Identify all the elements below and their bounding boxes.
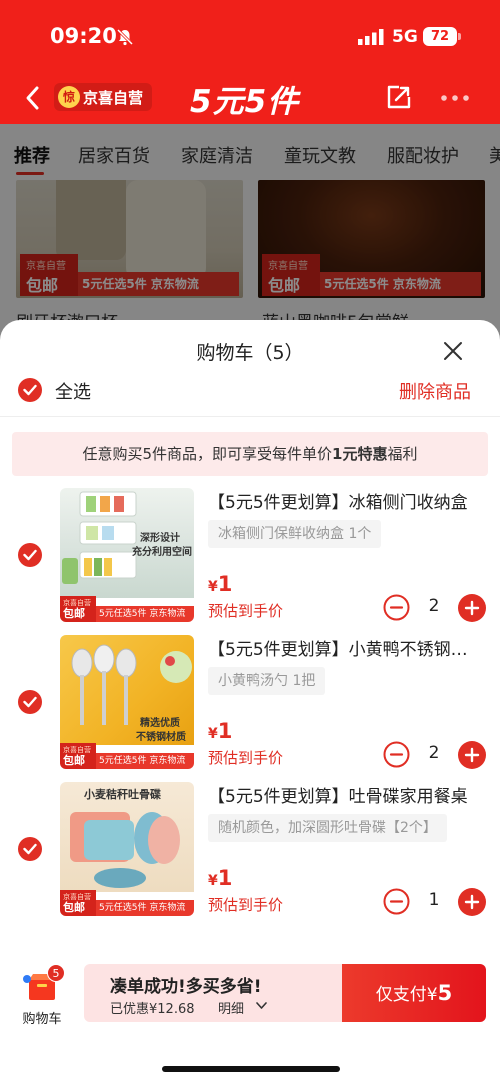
badge-free-shipping: 京喜自营 包邮 — [60, 596, 96, 622]
price-currency: ¥ — [208, 873, 218, 889]
item-checkbox[interactable] — [18, 837, 42, 861]
delete-items-button[interactable]: 删除商品 — [399, 378, 471, 404]
badge-free: 包邮 — [63, 754, 85, 767]
cart-item: 深形设计 充分利用空间 京喜自营 包邮 5元任选5件 京东物流 【5元5件更划算… — [0, 488, 500, 626]
badge-free-shipping: 京喜自营 包邮 — [60, 890, 96, 916]
price-currency: ¥ — [208, 726, 218, 742]
summary-title: 凑单成功!多买多省! — [110, 977, 262, 997]
item-title[interactable]: 【5元5件更划算】吐骨碟家用餐桌 — [208, 782, 478, 807]
pay-button[interactable]: 仅支付¥5 — [342, 964, 486, 1022]
price-note: 预估到手价 — [208, 749, 284, 767]
select-all-label[interactable]: 全选 — [55, 378, 91, 404]
check-icon — [23, 384, 37, 396]
price-currency: ¥ — [208, 579, 218, 595]
promo-banner: 任意购买5件商品，即可享受每件单价1元特惠福利 — [12, 432, 488, 476]
item-image[interactable]: 小麦秸秆吐骨碟 京喜自营 包邮 5元任选5件 京东物流 — [60, 782, 194, 916]
badge-promo: 5元任选5件 京东物流 — [96, 900, 194, 916]
item-title[interactable]: 【5元5件更划算】冰箱侧门收纳盒 — [208, 488, 478, 513]
item-checkbox[interactable] — [18, 690, 42, 714]
image-caption: 充分利用空间 — [132, 547, 192, 558]
promo-highlight: 1元特惠 — [332, 445, 388, 463]
image-caption: 小麦秸秆吐骨碟 — [84, 788, 161, 801]
quantity-value[interactable]: 2 — [418, 743, 450, 763]
product-photo: 深形设计 充分利用空间 — [60, 488, 194, 598]
item-variant[interactable]: 随机颜色，加深圆形吐骨碟【2个】 — [208, 814, 447, 842]
image-caption: 深形设计 — [140, 533, 180, 544]
close-icon[interactable] — [442, 340, 464, 362]
page-title: 5元5件 — [190, 84, 300, 120]
divider — [0, 416, 500, 417]
image-caption: 精选优质 — [140, 718, 180, 729]
product-badge: 京喜自营 包邮 5元任选5件 京东物流 — [60, 743, 194, 769]
network-type: 5G — [392, 27, 418, 47]
more-icon[interactable] — [440, 94, 470, 102]
item-price: ¥1 — [208, 866, 232, 890]
item-variant[interactable]: 冰箱侧门保鲜收纳盒 1个 — [208, 520, 382, 548]
minus-icon[interactable] — [383, 741, 410, 768]
product-photo: 小麦秸秆吐骨碟 — [60, 782, 194, 892]
status-time: 09:20 — [50, 24, 117, 48]
plus-icon[interactable] — [458, 741, 486, 769]
minus-icon[interactable] — [383, 594, 410, 621]
nav-header: 惊 京喜自营 5元5件 — [0, 72, 500, 124]
badge-free-shipping: 京喜自营 包邮 — [60, 743, 96, 769]
cart-label: 购物车 — [22, 1012, 62, 1027]
plus-icon[interactable] — [458, 888, 486, 916]
badge-free: 包邮 — [63, 607, 85, 620]
modal-backdrop[interactable] — [0, 124, 500, 340]
item-variant[interactable]: 小黄鸭汤勺 1把 — [208, 667, 326, 695]
quantity-value[interactable]: 1 — [418, 890, 450, 910]
price-value: 1 — [217, 572, 233, 596]
minus-icon[interactable] — [383, 888, 410, 915]
item-image[interactable]: 深形设计 充分利用空间 京喜自营 包邮 5元任选5件 京东物流 — [60, 488, 194, 622]
item-title[interactable]: 【5元5件更划算】小黄鸭不锈钢汤勺 — [208, 635, 478, 660]
cart-item: 精选优质 不锈钢材质 京喜自营 包邮 5元任选5件 京东物流 【5元5件更划算】… — [0, 635, 500, 773]
price-value: 1 — [217, 866, 233, 890]
promo-text-end: 福利 — [387, 445, 418, 463]
check-icon — [23, 549, 37, 561]
battery-icon: 72 — [423, 27, 461, 46]
brand-logo: 惊 京喜自营 — [54, 83, 152, 111]
status-bar: 09:20 5G 72 — [0, 0, 500, 72]
badge-free: 包邮 — [63, 901, 85, 914]
quantity-value[interactable]: 2 — [418, 596, 450, 616]
promo-text: 任意购买5件商品，即可享受每件单价 — [82, 445, 333, 463]
cart-count-badge: 5 — [47, 964, 65, 982]
brand-mark-icon: 惊 — [58, 86, 80, 108]
select-all-checkbox[interactable] — [18, 378, 42, 402]
item-image[interactable]: 精选优质 不锈钢材质 京喜自营 包邮 5元任选5件 京东物流 — [60, 635, 194, 769]
badge-promo: 5元任选5件 京东物流 — [96, 606, 194, 622]
plus-icon[interactable] — [458, 594, 486, 622]
check-icon — [23, 696, 37, 708]
back-arrow-icon[interactable] — [22, 84, 44, 112]
item-price: ¥1 — [208, 572, 232, 596]
product-photo: 精选优质 不锈钢材质 — [60, 635, 194, 745]
check-icon — [23, 843, 37, 855]
cart-nav-button[interactable]: 5 购物车 — [18, 964, 66, 1027]
order-summary[interactable]: 凑单成功!多买多省! 已优惠¥12.68 明细 — [84, 964, 342, 1022]
price-note: 预估到手价 — [208, 896, 284, 914]
price-note: 预估到手价 — [208, 602, 284, 620]
price-value: 1 — [217, 719, 233, 743]
signal-icon — [358, 29, 384, 45]
home-indicator — [162, 1066, 340, 1072]
chevron-down-icon[interactable] — [256, 1001, 267, 1010]
product-badge: 京喜自营 包邮 5元任选5件 京东物流 — [60, 596, 194, 622]
pay-label: 仅支付¥ — [375, 985, 438, 1005]
product-badge: 京喜自营 包邮 5元任选5件 京东物流 — [60, 890, 194, 916]
item-price: ¥1 — [208, 719, 232, 743]
brand-name: 京喜自营 — [83, 88, 144, 107]
share-icon[interactable] — [386, 84, 412, 110]
badge-promo: 5元任选5件 京东物流 — [96, 753, 194, 769]
item-checkbox[interactable] — [18, 543, 42, 567]
bell-off-icon — [116, 28, 134, 46]
discount-amount: 已优惠¥12.68 — [110, 1002, 195, 1017]
detail-link[interactable]: 明细 — [218, 998, 244, 1017]
cart-item: 小麦秸秆吐骨碟 京喜自营 包邮 5元任选5件 京东物流 【5元5件更划算】吐骨碟… — [0, 782, 500, 920]
pay-amount: 5 — [437, 981, 453, 1005]
cart-title: 购物车（5） — [196, 342, 304, 364]
